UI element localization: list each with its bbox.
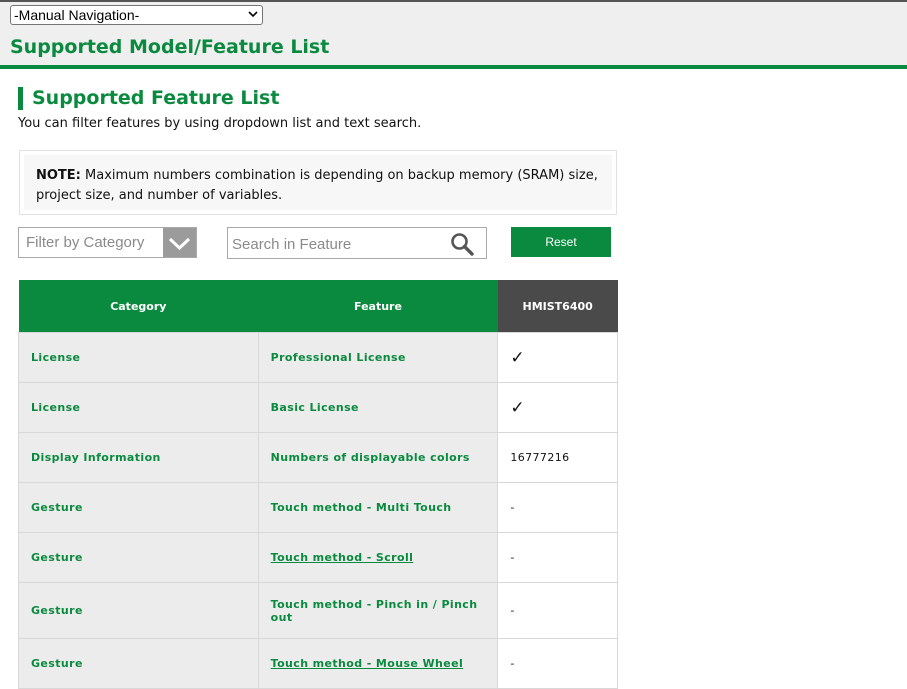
manual-navigation-select[interactable]: -Manual Navigation- (10, 5, 263, 25)
note-box: NOTE: Maximum numbers combination is dep… (19, 150, 617, 215)
note-text: Maximum numbers combination is depending… (36, 168, 598, 203)
table-row: Display Information Numbers of displayab… (18, 432, 618, 483)
header-divider (0, 65, 907, 69)
category-cell: Gesture (18, 532, 259, 583)
table-row: Gesture Touch method - Mouse Wheel - (18, 638, 618, 689)
manual-navigation-value: -Manual Navigation- (14, 7, 140, 23)
category-cell: Display Information (18, 432, 259, 483)
category-cell: Gesture (18, 482, 259, 533)
column-header-feature: Feature (258, 280, 498, 333)
chevron-down-icon (168, 237, 191, 251)
chevron-down-icon (248, 11, 258, 18)
feature-cell: Numbers of displayable colors (257, 432, 499, 483)
note-label: NOTE: (36, 168, 81, 183)
table-row: Gesture Touch method - Scroll - (18, 532, 618, 583)
feature-cell: Touch method - Pinch in / Pinch out (257, 582, 499, 639)
reset-button[interactable]: Reset (511, 227, 611, 257)
table-header-row: Category Feature HMIST6400 (18, 280, 618, 333)
table-row: License Basic License ✓ (18, 382, 618, 433)
table-row: License Professional License ✓ (18, 332, 618, 383)
feature-link[interactable]: Touch method - Mouse Wheel (257, 638, 499, 689)
column-header-category: Category (18, 280, 259, 333)
note-content: NOTE: Maximum numbers combination is dep… (24, 155, 612, 210)
category-cell: Gesture (18, 638, 259, 689)
feature-search-box (227, 227, 487, 259)
feature-link[interactable]: Touch method - Scroll (257, 532, 499, 583)
supported-check-icon: ✓ (497, 382, 618, 433)
value-cell: - (497, 582, 618, 639)
search-icon[interactable] (450, 232, 474, 256)
section-title: Supported Feature List (32, 87, 280, 109)
section-accent-bar (18, 87, 23, 110)
feature-cell: Basic License (257, 382, 499, 433)
page-title: Supported Model/Feature List (10, 36, 330, 58)
column-header-model: HMIST6400 (497, 280, 618, 333)
value-cell: - (497, 532, 618, 583)
category-cell: License (18, 332, 259, 383)
table-row: Gesture Touch method - Multi Touch - (18, 482, 618, 533)
category-cell: Gesture (18, 582, 259, 639)
feature-search-input[interactable] (230, 232, 444, 256)
category-filter-dropdown[interactable]: Filter by Category (18, 227, 197, 258)
category-filter-placeholder: Filter by Category (26, 234, 145, 251)
feature-cell: Professional License (257, 332, 499, 383)
category-cell: License (18, 382, 259, 433)
supported-check-icon: ✓ (497, 332, 618, 383)
value-cell: 16777216 (497, 432, 618, 483)
section-intro: You can filter features by using dropdow… (18, 116, 422, 131)
feature-cell: Touch method - Multi Touch (257, 482, 499, 533)
feature-table: Category Feature HMIST6400 License Profe… (18, 280, 618, 689)
category-filter-toggle[interactable] (163, 228, 196, 257)
value-cell: - (497, 482, 618, 533)
value-cell: - (497, 638, 618, 689)
table-row: Gesture Touch method - Pinch in / Pinch … (18, 582, 618, 639)
top-bar: -Manual Navigation- Supported Model/Feat… (0, 0, 907, 66)
